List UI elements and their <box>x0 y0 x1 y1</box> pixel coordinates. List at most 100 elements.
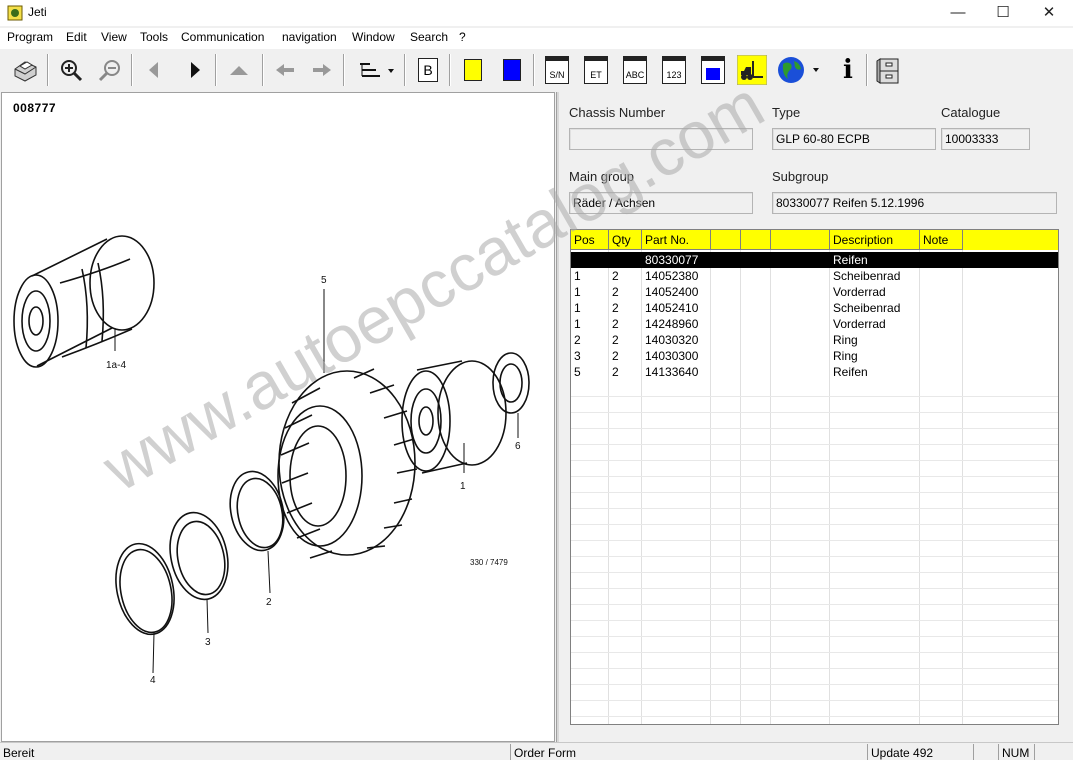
chassis-number-label: Chassis Number <box>569 105 666 120</box>
exploded-drawing-pane[interactable]: 008777 5 1a-4 1 6 2 3 4 330 / 7479 <box>1 92 555 742</box>
cell-qty: 2 <box>612 285 619 299</box>
menu-window[interactable]: Window <box>352 30 395 44</box>
serial-number-button[interactable]: S/N <box>542 54 572 86</box>
next-button[interactable] <box>180 54 210 86</box>
cell-pos: 1 <box>574 317 581 331</box>
column-header-note[interactable]: Note <box>920 230 963 250</box>
title-bar: Jeti — ☐ ✕ <box>0 0 1073 26</box>
column-header-pos[interactable]: Pos <box>571 230 609 250</box>
grid-line <box>571 668 1058 669</box>
cell-description: Reifen <box>833 365 868 379</box>
text-search-button[interactable]: ABC <box>620 54 650 86</box>
main-group-field[interactable]: Räder / Achsen <box>569 192 753 214</box>
previous-button[interactable] <box>139 54 169 86</box>
menu-tools[interactable]: Tools <box>140 30 168 44</box>
toolbar-separator <box>131 54 133 86</box>
tree-view-dropdown[interactable] <box>352 54 400 86</box>
table-row[interactable]: 3 2 14030300 Ring <box>571 348 1058 364</box>
toolbar: B S/N ET ABC 123 i <box>0 48 1073 90</box>
catalogue-field[interactable]: 10003333 <box>941 128 1030 150</box>
status-num: NUM <box>998 744 1034 760</box>
toolbar-separator <box>47 54 49 86</box>
table-row-selected[interactable]: 80330077 Reifen <box>571 252 1058 268</box>
subgroup-field[interactable]: 80330077 Reifen 5.12.1996 <box>772 192 1057 214</box>
column-header-description[interactable]: Description <box>830 230 920 250</box>
grid-line <box>571 476 1058 477</box>
table-row[interactable]: 1 2 14052380 Scheibenrad <box>571 268 1058 284</box>
menu-view[interactable]: View <box>101 30 127 44</box>
table-row[interactable]: 1 2 14052400 Vorderrad <box>571 284 1058 300</box>
type-label: Type <box>772 105 801 120</box>
maximize-button[interactable]: ☐ <box>980 0 1026 26</box>
blue-marker-button[interactable] <box>497 54 527 86</box>
forklift-button[interactable] <box>737 54 767 86</box>
cell-qty: 2 <box>612 301 619 315</box>
callout-1: 1 <box>460 481 466 492</box>
menu-help[interactable]: ? <box>459 30 466 44</box>
column-header-blank-1[interactable] <box>711 230 741 250</box>
column-header-blank-3[interactable] <box>771 230 830 250</box>
toolbar-separator <box>449 54 451 86</box>
zoom-in-icon <box>61 60 83 82</box>
table-row[interactable]: 1 2 14052410 Scheibenrad <box>571 300 1058 316</box>
triangle-up-icon <box>230 66 248 75</box>
callout-3: 3 <box>205 637 211 648</box>
cell-part-no: 80330077 <box>645 253 699 267</box>
menu-communication[interactable]: Communication <box>181 30 264 44</box>
cabinet-icon <box>876 58 899 84</box>
column-header-part-no[interactable]: Part No. <box>642 230 711 250</box>
column-header-qty[interactable]: Qty <box>609 230 642 250</box>
cell-description: Vorderrad <box>833 285 886 299</box>
parts-table[interactable]: Pos Qty Part No. Description Note 803300… <box>570 229 1059 725</box>
minimize-button[interactable]: — <box>935 0 981 26</box>
yellow-square-icon <box>464 59 482 81</box>
column-header-blank-2[interactable] <box>741 230 771 250</box>
cell-qty: 2 <box>612 349 619 363</box>
blue-card-icon <box>701 56 725 84</box>
print-button[interactable] <box>10 54 40 86</box>
forward-button[interactable] <box>307 54 337 86</box>
cell-part-no: 14030300 <box>645 349 699 363</box>
grid-line <box>571 604 1058 605</box>
cell-qty <box>609 252 615 268</box>
grid-line <box>571 572 1058 573</box>
menu-program[interactable]: Program <box>7 30 53 44</box>
callout-5: 5 <box>321 275 327 286</box>
menu-navigation[interactable]: navigation <box>282 30 337 44</box>
exploded-wheel-drawing: 5 1a-4 1 6 2 3 4 330 / 7479 <box>13 235 530 686</box>
up-button[interactable] <box>224 54 254 86</box>
language-dropdown[interactable] <box>776 54 822 86</box>
status-order-form[interactable]: Order Form <box>510 744 867 760</box>
cabinet-button[interactable] <box>874 54 904 86</box>
zoom-out-button[interactable] <box>95 54 125 86</box>
callout-1a-4: 1a-4 <box>106 360 126 371</box>
blue-card-button[interactable] <box>698 54 728 86</box>
chassis-number-field[interactable] <box>569 128 753 150</box>
grid-line <box>571 716 1058 717</box>
back-button[interactable] <box>270 54 300 86</box>
cell-qty: 2 <box>612 269 619 283</box>
menu-edit[interactable]: Edit <box>66 30 87 44</box>
number-search-button[interactable]: 123 <box>659 54 689 86</box>
info-button[interactable]: i <box>833 54 863 86</box>
cell-pos: 1 <box>574 285 581 299</box>
table-row[interactable]: 1 2 14248960 Vorderrad <box>571 316 1058 332</box>
close-button[interactable]: ✕ <box>1026 0 1072 26</box>
menu-search[interactable]: Search <box>410 30 448 44</box>
bookmark-button[interactable]: B <box>413 54 443 86</box>
grid-line <box>571 412 1058 413</box>
et-button[interactable]: ET <box>581 54 611 86</box>
zoom-in-button[interactable] <box>56 54 86 86</box>
yellow-marker-button[interactable] <box>458 54 488 86</box>
forklift-icon <box>737 55 767 85</box>
grid-line <box>571 620 1058 621</box>
main-group-label: Main group <box>569 169 635 184</box>
table-row[interactable]: 2 2 14030320 Ring <box>571 332 1058 348</box>
status-bar: Bereit Order Form Update 492 NUM <box>0 742 1073 760</box>
grid-line <box>571 444 1058 445</box>
type-field[interactable]: GLP 60-80 ECPB <box>772 128 936 150</box>
grid-line <box>571 460 1058 461</box>
table-header: Pos Qty Part No. Description Note <box>571 230 1058 250</box>
grid-line <box>571 636 1058 637</box>
table-row[interactable]: 5 2 14133640 Reifen <box>571 364 1058 380</box>
